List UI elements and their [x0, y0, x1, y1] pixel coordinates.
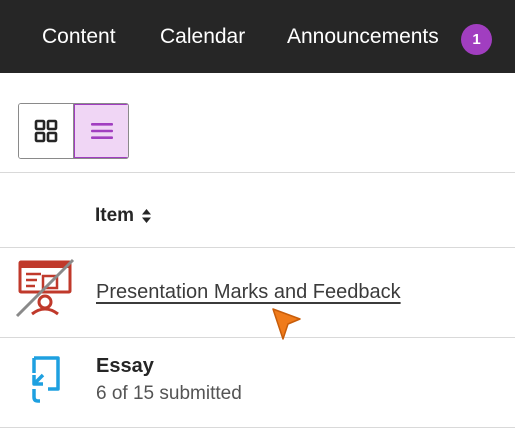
nav-item-content[interactable]: Content [42, 0, 116, 73]
row-divider [0, 247, 515, 248]
nav-item-calendar[interactable]: Calendar [160, 0, 245, 73]
top-navigation: Content Calendar Announcements 1 [0, 0, 515, 73]
list-view-button[interactable] [74, 104, 128, 158]
nav-item-announcements[interactable]: Announcements [287, 0, 439, 73]
column-header-item[interactable]: Item [95, 205, 152, 227]
mouse-cursor-icon [272, 308, 301, 340]
assignment-icon [32, 356, 60, 403]
row-divider [0, 337, 515, 338]
item-title[interactable]: Essay [96, 355, 154, 378]
row-divider [0, 427, 515, 428]
presentation-hidden-icon [15, 258, 75, 318]
announcements-count-badge: 1 [461, 24, 492, 55]
item-title-link[interactable]: Presentation Marks and Feedback [96, 281, 401, 304]
header-divider [0, 172, 515, 173]
list-icon [90, 123, 113, 139]
grid-icon [34, 119, 58, 143]
submission-status: 6 of 15 submitted [96, 383, 242, 404]
sort-icon [142, 209, 152, 223]
view-toggle [18, 103, 129, 159]
column-header-label: Item [95, 205, 135, 226]
grid-view-button[interactable] [19, 104, 74, 158]
